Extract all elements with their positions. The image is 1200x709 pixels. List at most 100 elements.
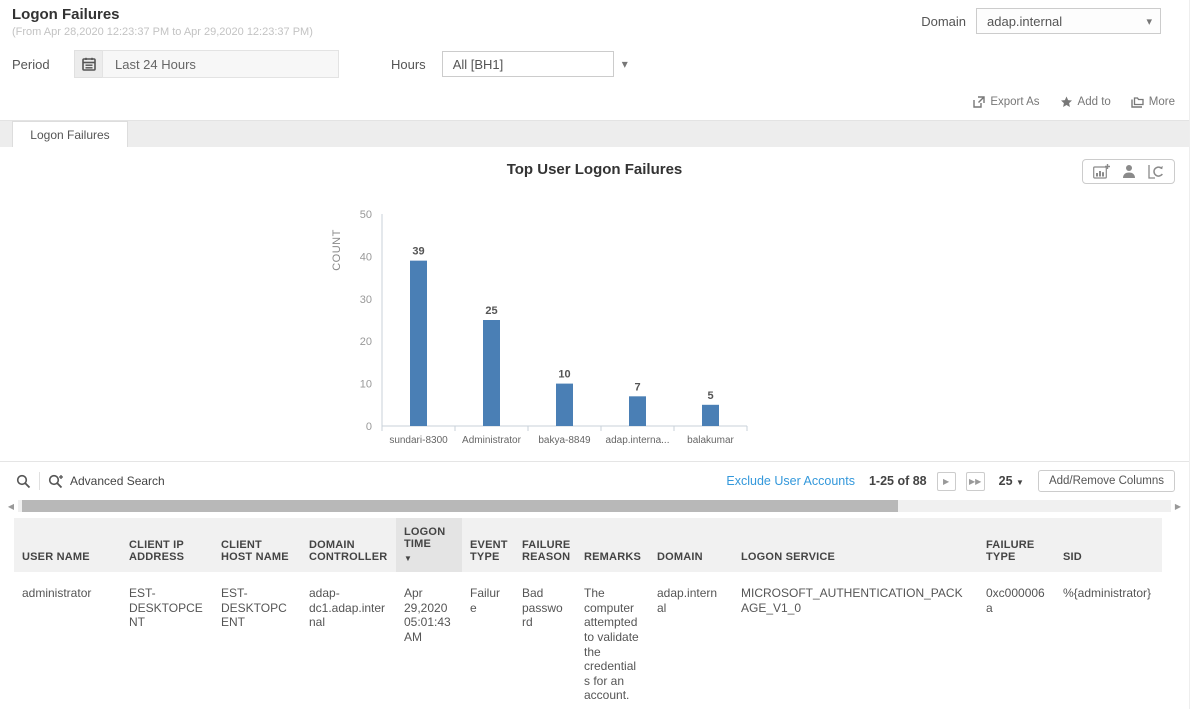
- add-remove-columns-button[interactable]: Add/Remove Columns: [1038, 470, 1175, 492]
- refresh-chart-icon[interactable]: [1148, 164, 1164, 179]
- pagination-info: 1-25 of 88: [869, 474, 927, 488]
- domain-select-value: adap.internal: [987, 14, 1062, 29]
- caret-down-icon: ▼: [1016, 478, 1024, 487]
- chevron-down-icon[interactable]: ▾: [622, 57, 628, 71]
- svg-text:30: 30: [360, 294, 372, 306]
- svg-text:Administrator: Administrator: [462, 435, 522, 446]
- column-header-logon-service[interactable]: LOGON SERVICE: [733, 518, 978, 572]
- add-to-button[interactable]: Add to: [1060, 96, 1111, 108]
- export-icon: [973, 96, 985, 108]
- report-page: Logon Failures (From Apr 28,2020 12:23:3…: [0, 0, 1190, 709]
- svg-text:20: 20: [360, 336, 372, 348]
- scrollbar-track[interactable]: [18, 500, 1171, 512]
- column-header-failure-reason[interactable]: FAILURE REASON: [514, 518, 576, 572]
- svg-text:7: 7: [634, 381, 640, 393]
- svg-text:40: 40: [360, 251, 372, 263]
- bar-bakya-8849[interactable]: [556, 384, 573, 426]
- column-header-client-ip-address[interactable]: CLIENT IP ADDRESS: [121, 518, 213, 572]
- column-header-remarks[interactable]: REMARKS: [576, 518, 649, 572]
- cell: Failure: [462, 572, 514, 709]
- bar-adap.interna...[interactable]: [629, 396, 646, 426]
- chart-toolbar: [1082, 159, 1175, 184]
- add-chart-icon[interactable]: [1093, 164, 1110, 179]
- bar-chart: COUNT0102030405039sundari-830025Administ…: [322, 180, 1189, 451]
- chart-title: Top User Logon Failures: [0, 147, 1189, 178]
- svg-text:10: 10: [558, 369, 570, 381]
- divider: [39, 472, 40, 490]
- report-actions: Export As Add to More: [0, 84, 1189, 114]
- cell: %{administrator}: [1055, 572, 1162, 709]
- column-header-logon-time[interactable]: LOGON TIME▼: [396, 518, 462, 572]
- grid-right-controls: Exclude User Accounts 1-25 of 88 ▶ ▶▶ 25…: [726, 470, 1175, 492]
- search-button[interactable]: [14, 474, 39, 489]
- chart-panel: Top User Logon Failures COUNT01020304050…: [0, 147, 1189, 462]
- cell: Bad password: [514, 572, 576, 709]
- export-as-button[interactable]: Export As: [973, 96, 1039, 108]
- period-label: Period: [12, 57, 74, 72]
- column-header-user-name[interactable]: USER NAME: [14, 518, 121, 572]
- svg-text:10: 10: [360, 379, 372, 391]
- table-header-row: USER NAMECLIENT IP ADDRESSCLIENT HOST NA…: [14, 518, 1162, 572]
- scroll-left-arrow[interactable]: ◀: [4, 502, 18, 511]
- svg-text:39: 39: [412, 246, 424, 258]
- period-input[interactable]: Last 24 Hours: [102, 50, 339, 78]
- column-header-domain[interactable]: DOMAIN: [649, 518, 733, 572]
- svg-text:bakya-8849: bakya-8849: [538, 435, 591, 446]
- hours-select[interactable]: All [BH1]: [442, 51, 614, 77]
- column-header-failure-type[interactable]: FAILURE TYPE: [978, 518, 1055, 572]
- svg-text:balakumar: balakumar: [687, 435, 734, 446]
- cell: adap.internal: [649, 572, 733, 709]
- scrollbar-thumb[interactable]: [22, 500, 898, 512]
- user-icon[interactable]: [1122, 164, 1136, 179]
- scroll-right-arrow[interactable]: ▶: [1171, 502, 1185, 511]
- calendar-button[interactable]: [74, 50, 102, 78]
- svg-text:adap.interna...: adap.interna...: [606, 435, 670, 446]
- bar-Administrator[interactable]: [483, 320, 500, 426]
- search-plus-icon: [48, 474, 64, 489]
- search-icon: [16, 474, 31, 489]
- grid-controls: Advanced Search Exclude User Accounts 1-…: [0, 462, 1189, 498]
- advanced-search-label: Advanced Search: [70, 474, 165, 488]
- cell: MICROSOFT_AUTHENTICATION_PACKAGE_V1_0: [733, 572, 978, 709]
- page-size-dropdown[interactable]: 25 ▼: [999, 474, 1024, 488]
- svg-text:25: 25: [485, 305, 497, 317]
- svg-text:sundari-8300: sundari-8300: [389, 435, 448, 446]
- cell: administrator: [14, 572, 121, 709]
- svg-text:0: 0: [366, 421, 372, 433]
- bar-sundari-8300[interactable]: [410, 261, 427, 426]
- column-header-domain-controller[interactable]: DOMAIN CONTROLLER: [301, 518, 396, 572]
- column-header-sid[interactable]: SID: [1055, 518, 1162, 572]
- domain-select[interactable]: adap.internal ▾: [976, 8, 1161, 34]
- report-header: Logon Failures (From Apr 28,2020 12:23:3…: [0, 0, 1189, 40]
- column-header-client-host-name[interactable]: CLIENT HOST NAME: [213, 518, 301, 572]
- advanced-search-button[interactable]: Advanced Search: [48, 474, 165, 489]
- calendar-icon: [82, 57, 96, 71]
- svg-text:5: 5: [707, 390, 713, 402]
- y-axis-label: COUNT: [331, 229, 343, 271]
- more-button[interactable]: More: [1131, 96, 1175, 108]
- last-page-button[interactable]: ▶▶: [966, 472, 985, 491]
- table-row[interactable]: administratorEST-DESKTOPCENTEST-DESKTOPC…: [14, 572, 1162, 709]
- hours-select-value: All [BH1]: [453, 57, 504, 72]
- chevron-down-icon: ▾: [1146, 15, 1152, 28]
- exclude-user-accounts-link[interactable]: Exclude User Accounts: [726, 474, 855, 488]
- bar-balakumar[interactable]: [702, 405, 719, 426]
- more-label: More: [1149, 96, 1175, 108]
- column-header-event-type[interactable]: EVENT TYPE: [462, 518, 514, 572]
- cell: Apr 29,2020 05:01:43 AM: [396, 572, 462, 709]
- page-size-value: 25: [999, 474, 1013, 488]
- star-icon: [1060, 96, 1073, 108]
- tab-logon-failures[interactable]: Logon Failures: [12, 121, 128, 148]
- hours-label: Hours: [391, 57, 426, 72]
- domain-label: Domain: [921, 14, 966, 29]
- next-page-button[interactable]: ▶: [937, 472, 956, 491]
- domain-selector: Domain adap.internal ▾: [921, 8, 1161, 34]
- sort-desc-icon: ▼: [404, 554, 456, 563]
- horizontal-scrollbar: ◀ ▶: [0, 498, 1189, 516]
- cell: 0xc000006a: [978, 572, 1055, 709]
- filter-row: Period Last 24 Hours Hours All [BH1] ▾: [0, 40, 1189, 84]
- period-value: Last 24 Hours: [115, 57, 196, 72]
- add-to-label: Add to: [1078, 96, 1111, 108]
- tab-bar: Logon Failures: [0, 120, 1189, 147]
- cell: EST-DESKTOPCENT: [121, 572, 213, 709]
